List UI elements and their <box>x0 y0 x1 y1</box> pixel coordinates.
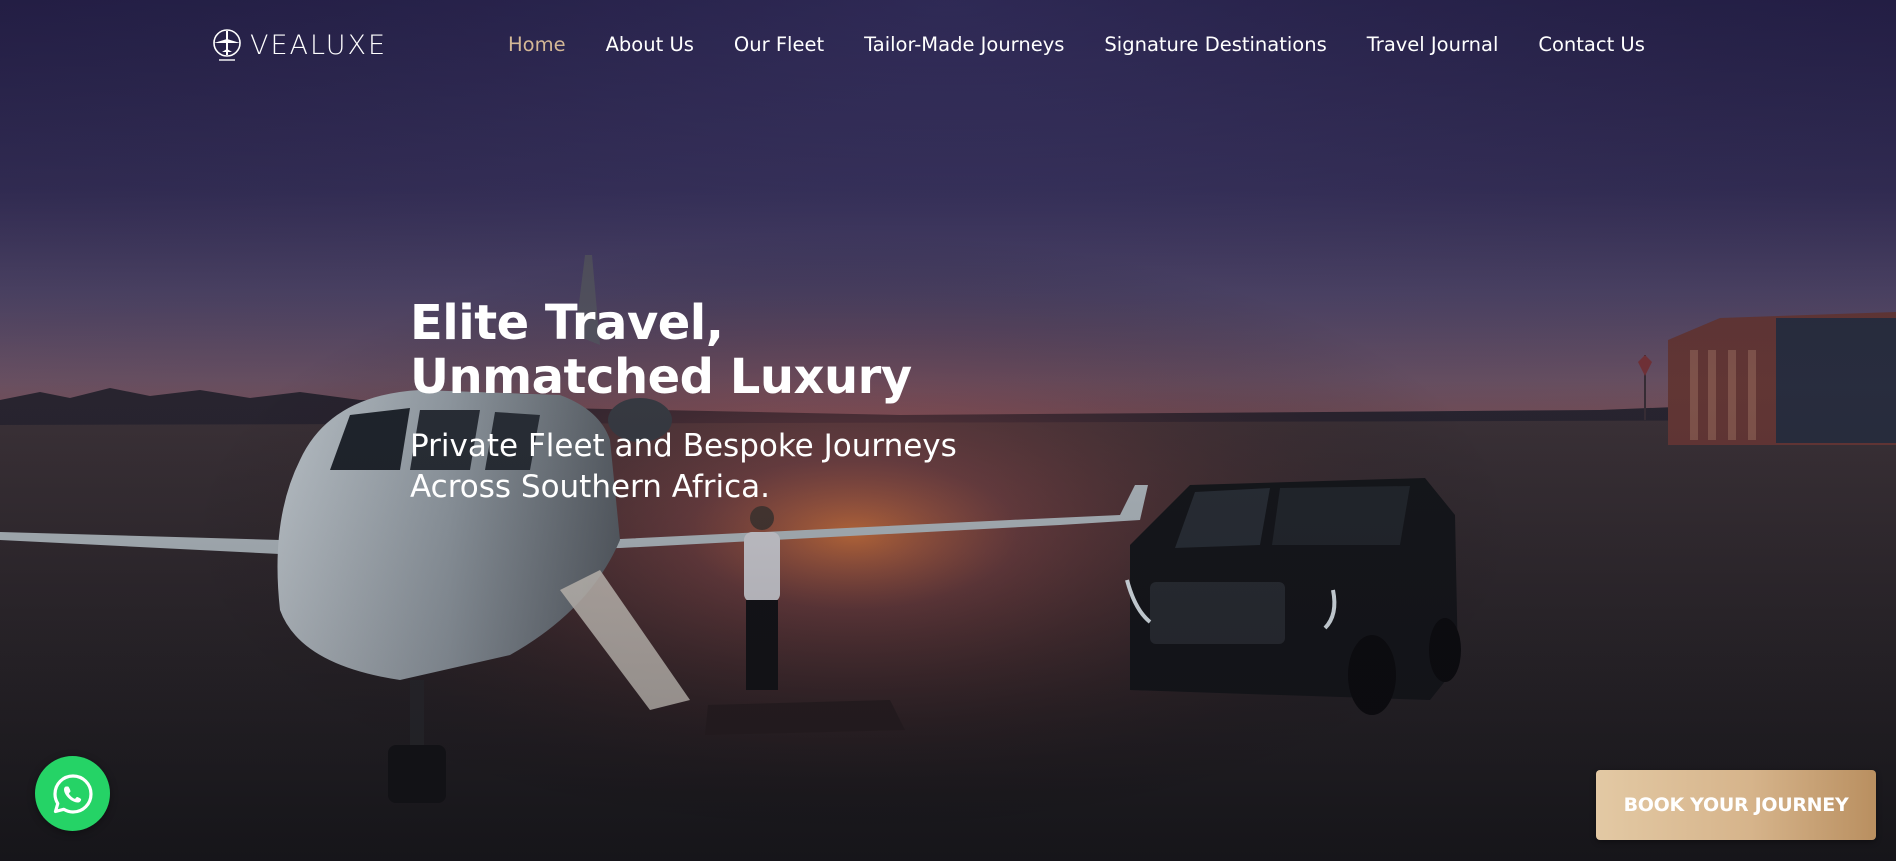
nav-item-home: Home <box>508 30 566 60</box>
hero-title: Elite Travel, Unmatched Luxury <box>410 296 1110 404</box>
brand-logo[interactable]: VEALUXE <box>210 26 387 64</box>
hero-title-line-2: Unmatched Luxury <box>410 349 912 405</box>
hero-subtitle-line-2: Across Southern Africa. <box>410 469 771 505</box>
book-your-journey-button[interactable]: BOOK YOUR JOURNEY <box>1596 770 1876 840</box>
nav-link-about-us[interactable]: About Us <box>606 33 694 56</box>
nav-item-about-us: About Us <box>606 30 694 60</box>
nav-item-travel-journal: Travel Journal <box>1367 30 1499 60</box>
hero-subtitle: Private Fleet and Bespoke Journeys Acros… <box>410 426 1110 508</box>
main-nav: Home About Us Our Fleet Tailor-Made Jour… <box>508 30 1645 60</box>
page: VEALUXE Home About Us Our Fleet Tailor-M… <box>0 0 1896 861</box>
nav-link-travel-journal[interactable]: Travel Journal <box>1367 33 1499 56</box>
nav-item-our-fleet: Our Fleet <box>734 30 824 60</box>
whatsapp-icon <box>52 773 93 814</box>
nav-link-contact-us[interactable]: Contact Us <box>1538 33 1645 56</box>
airplane-globe-icon <box>213 29 241 61</box>
nav-link-tailor-made-journeys[interactable]: Tailor-Made Journeys <box>864 33 1064 56</box>
nav-link-signature-destinations[interactable]: Signature Destinations <box>1104 33 1326 56</box>
hero-title-line-1: Elite Travel, <box>410 295 724 351</box>
whatsapp-button[interactable] <box>35 756 110 831</box>
nav-item-contact-us: Contact Us <box>1538 30 1645 60</box>
brand-name: VEALUXE <box>250 29 388 61</box>
nav-item-signature-destinations: Signature Destinations <box>1104 30 1326 60</box>
navbar: VEALUXE Home About Us Our Fleet Tailor-M… <box>0 0 1896 90</box>
nav-link-home[interactable]: Home <box>508 33 566 56</box>
hero-subtitle-line-1: Private Fleet and Bespoke Journeys <box>410 428 957 464</box>
nav-item-tailor-made-journeys: Tailor-Made Journeys <box>864 30 1064 60</box>
nav-link-our-fleet[interactable]: Our Fleet <box>734 33 824 56</box>
hero-content: Elite Travel, Unmatched Luxury Private F… <box>410 296 1110 508</box>
